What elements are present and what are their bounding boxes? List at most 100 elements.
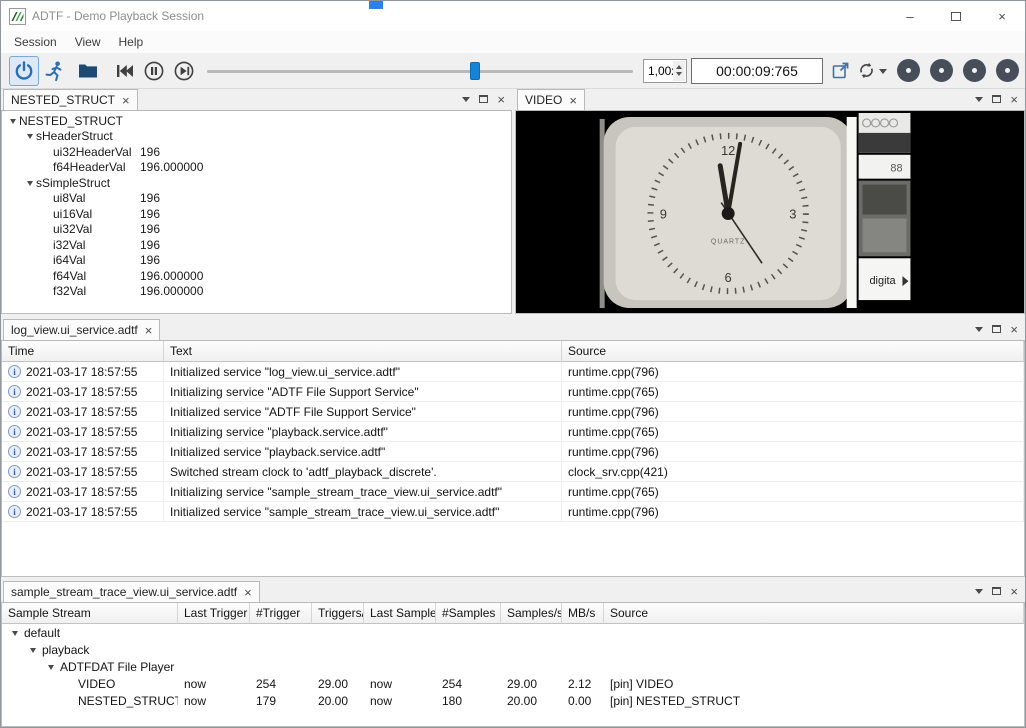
- log-row[interactable]: 2021-03-17 18:57:55 Initializing service…: [2, 382, 1024, 402]
- panel-close-icon[interactable]: ×: [497, 93, 505, 106]
- maximize-icon: [951, 12, 961, 21]
- loop-button[interactable]: [853, 56, 879, 86]
- power-button[interactable]: [9, 56, 39, 86]
- timeline-slider[interactable]: [207, 59, 633, 83]
- log-row[interactable]: 2021-03-17 18:57:55 Initialized service …: [2, 402, 1024, 422]
- column-header[interactable]: MB/s: [562, 603, 604, 624]
- expand-arrow-icon[interactable]: [8, 627, 21, 639]
- tree-row[interactable]: sSimpleStruct: [2, 175, 511, 191]
- mb-per-s: [562, 624, 604, 641]
- expand-arrow-icon[interactable]: [44, 661, 57, 673]
- maximize-button[interactable]: [933, 1, 979, 31]
- skip-to-end-button[interactable]: [169, 56, 199, 86]
- tab-close-icon[interactable]: ×: [569, 94, 577, 107]
- marker-button-1[interactable]: [897, 59, 920, 82]
- column-header[interactable]: Samples/s: [501, 603, 562, 624]
- speed-spinbox[interactable]: 1,00x: [643, 59, 687, 83]
- tab-nested-struct[interactable]: NESTED_STRUCT ×: [3, 89, 138, 110]
- column-header[interactable]: Last Trigger: [178, 603, 250, 624]
- marker-button-3[interactable]: [963, 59, 986, 82]
- tree-row[interactable]: f64Val 196.000000: [2, 268, 511, 284]
- log-row[interactable]: 2021-03-17 18:57:55 Initialized service …: [2, 362, 1024, 382]
- column-header[interactable]: Text: [164, 341, 562, 362]
- tab-label: log_view.ui_service.adtf: [11, 323, 138, 337]
- tree-row[interactable]: f32Val 196.000000: [2, 284, 511, 300]
- svg-text:digita: digita: [869, 275, 896, 287]
- tree-row[interactable]: ui8Val 196: [2, 191, 511, 207]
- spin-up-icon[interactable]: [676, 62, 682, 69]
- tab-close-icon[interactable]: ×: [244, 586, 252, 599]
- field-value: 196: [140, 145, 160, 159]
- spin-down-icon[interactable]: [676, 72, 682, 79]
- time-display[interactable]: 00:00:09:765: [691, 58, 823, 84]
- tree-row[interactable]: NESTED_STRUCT: [2, 113, 511, 129]
- expand-arrow-icon[interactable]: [23, 177, 36, 189]
- column-header[interactable]: Source: [562, 341, 1024, 362]
- column-header[interactable]: Time: [2, 341, 164, 362]
- column-header[interactable]: #Trigger: [250, 603, 312, 624]
- skip-to-start-button[interactable]: [109, 56, 139, 86]
- open-folder-button[interactable]: [73, 56, 103, 86]
- panel-close-icon[interactable]: ×: [1010, 323, 1018, 336]
- trace-row[interactable]: ADTFDAT File Player: [2, 658, 1024, 675]
- log-source: runtime.cpp(796): [562, 442, 1024, 462]
- tree-row[interactable]: ui16Val 196: [2, 206, 511, 222]
- panel-menu-icon[interactable]: [975, 589, 983, 598]
- sample-count: [436, 641, 501, 658]
- open-external-button[interactable]: [827, 56, 853, 86]
- loop-dropdown-icon[interactable]: [879, 69, 887, 78]
- marker-button-4[interactable]: [996, 59, 1019, 82]
- column-header[interactable]: Last Sample: [364, 603, 436, 624]
- window-controls: – ×: [887, 1, 1025, 31]
- menu-item[interactable]: View: [66, 32, 110, 52]
- panel-close-icon[interactable]: ×: [1010, 585, 1018, 598]
- tab-trace-view[interactable]: sample_stream_trace_view.ui_service.adtf…: [3, 581, 260, 602]
- log-row[interactable]: 2021-03-17 18:57:55 Initialized service …: [2, 502, 1024, 522]
- trace-row[interactable]: default: [2, 624, 1024, 641]
- log-row[interactable]: 2021-03-17 18:57:55 Initializing service…: [2, 422, 1024, 442]
- marker-button-2[interactable]: [930, 59, 953, 82]
- column-header[interactable]: Source: [604, 603, 1024, 624]
- tree-row[interactable]: ui32HeaderVal 196: [2, 144, 511, 160]
- log-source: runtime.cpp(765): [562, 482, 1024, 502]
- trace-row[interactable]: playback: [2, 641, 1024, 658]
- slider-track[interactable]: [207, 70, 633, 73]
- panel-menu-icon[interactable]: [975, 327, 983, 336]
- run-button[interactable]: [39, 56, 69, 86]
- tab-log-view[interactable]: log_view.ui_service.adtf ×: [3, 319, 160, 340]
- float-panel-icon[interactable]: [992, 325, 1001, 333]
- close-button[interactable]: ×: [979, 1, 1025, 31]
- tree-row[interactable]: i64Val 196: [2, 253, 511, 269]
- tree-row[interactable]: sHeaderStruct: [2, 129, 511, 145]
- pause-button[interactable]: [139, 56, 169, 86]
- expand-arrow-icon[interactable]: [23, 130, 36, 142]
- float-panel-icon[interactable]: [479, 95, 488, 103]
- tree-row[interactable]: f64HeaderVal 196.000000: [2, 160, 511, 176]
- minimize-button[interactable]: –: [887, 1, 933, 31]
- field-name: i32Val: [53, 238, 85, 252]
- column-header[interactable]: Triggers/s: [312, 603, 364, 624]
- menu-item[interactable]: Session: [5, 32, 66, 52]
- log-row[interactable]: 2021-03-17 18:57:55 Initializing service…: [2, 482, 1024, 502]
- tab-close-icon[interactable]: ×: [145, 324, 153, 337]
- log-row[interactable]: 2021-03-17 18:57:55 Initialized service …: [2, 442, 1024, 462]
- float-panel-icon[interactable]: [992, 95, 1001, 103]
- adtf-logo-icon[interactable]: [9, 8, 26, 25]
- menu-item[interactable]: Help: [110, 32, 153, 52]
- expand-arrow-icon[interactable]: [26, 644, 39, 656]
- float-panel-icon[interactable]: [992, 587, 1001, 595]
- tree-row[interactable]: i32Val 196: [2, 237, 511, 253]
- trace-row[interactable]: VIDEO now 254 29.00 now 254 29.00 2.12 […: [2, 675, 1024, 692]
- tab-close-icon[interactable]: ×: [122, 94, 130, 107]
- column-header[interactable]: #Samples: [436, 603, 501, 624]
- expand-arrow-icon[interactable]: [6, 115, 19, 127]
- timeline-slider-handle[interactable]: [470, 62, 480, 80]
- panel-close-icon[interactable]: ×: [1010, 93, 1018, 106]
- column-header[interactable]: Sample Stream: [2, 603, 178, 624]
- tree-row[interactable]: ui32Val 196: [2, 222, 511, 238]
- panel-menu-icon[interactable]: [462, 97, 470, 106]
- panel-menu-icon[interactable]: [975, 97, 983, 106]
- log-row[interactable]: 2021-03-17 18:57:55 Switched stream cloc…: [2, 462, 1024, 482]
- tab-video[interactable]: VIDEO ×: [517, 89, 585, 110]
- trace-row[interactable]: NESTED_STRUCT now 179 20.00 now 180 20.0…: [2, 692, 1024, 709]
